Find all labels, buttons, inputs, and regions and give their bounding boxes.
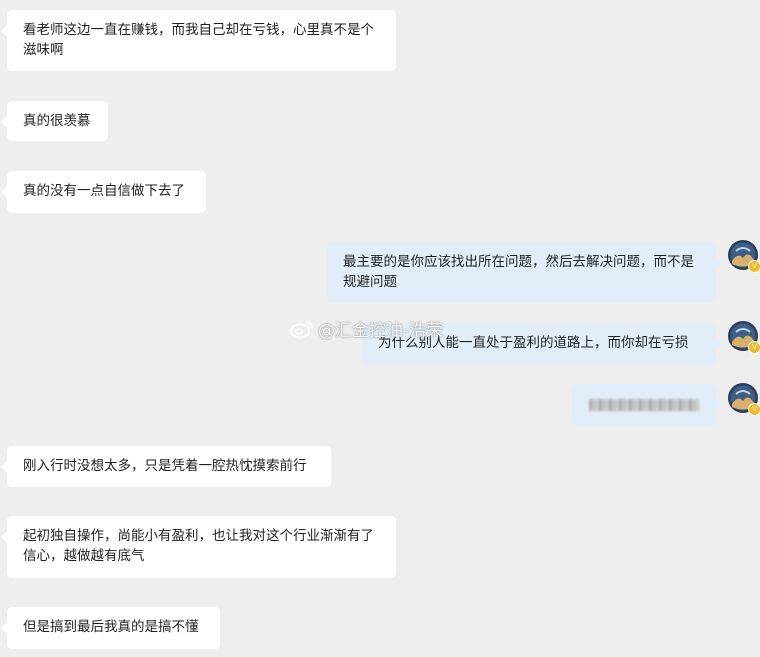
message-text: 刚入行时没想太多，只是凭着一腔热忱摸索前行 [23, 458, 307, 474]
message-text: 为什么别人能一直处于盈利的道路上，而你却在亏损 [378, 335, 689, 351]
chat-message-sent[interactable]: 最主要的是你应该找出所在问题，然后去解决问题，而不是规避问题 [327, 242, 722, 303]
chat-message-received[interactable]: 刚入行时没想太多，只是凭着一腔热忱摸索前行 [1, 446, 331, 487]
chat-message-received[interactable]: 真的很羡慕 [1, 101, 108, 141]
message-text: 真的没有一点自信做下去了 [23, 183, 185, 199]
sender-avatar[interactable]: V [728, 321, 760, 354]
message-text: 但是搞到最后我真的是搞不懂 [23, 619, 199, 635]
chat-message-received[interactable]: 真的没有一点自信做下去了 [1, 171, 206, 213]
message-text: 看老师这边一直在赚钱，而我自己却在亏钱，心里真不是个滋味啊 [23, 22, 374, 58]
weibo-icon [290, 319, 314, 339]
chat-message-received[interactable]: 但是搞到最后我真的是搞不懂 [1, 607, 220, 649]
chat-message-received[interactable]: 看老师这边一直在赚钱，而我自己却在亏钱，心里真不是个滋味啊 [1, 10, 396, 71]
sender-avatar[interactable]: V [728, 383, 760, 416]
chat-message-received[interactable]: 起初独自操作，尚能小有盈利，也让我对这个行业渐渐有了信心，越做越有底气 [1, 516, 396, 578]
verified-badge-icon: V [748, 341, 760, 354]
message-text: 起初独自操作，尚能小有盈利，也让我对这个行业渐渐有了信心，越做越有底气 [23, 528, 374, 564]
message-text: 最主要的是你应该找出所在问题，然后去解决问题，而不是规避问题 [343, 254, 694, 290]
verified-badge-icon: V [748, 260, 760, 273]
chat-message-sent[interactable]: 为什么别人能一直处于盈利的道路上，而你却在亏损 [362, 323, 722, 365]
chat-message-sent[interactable] [572, 384, 722, 426]
sender-avatar[interactable]: V [728, 240, 760, 273]
blurred-text [589, 399, 699, 411]
message-text: 真的很羡慕 [23, 113, 91, 129]
verified-badge-icon: V [748, 403, 760, 416]
